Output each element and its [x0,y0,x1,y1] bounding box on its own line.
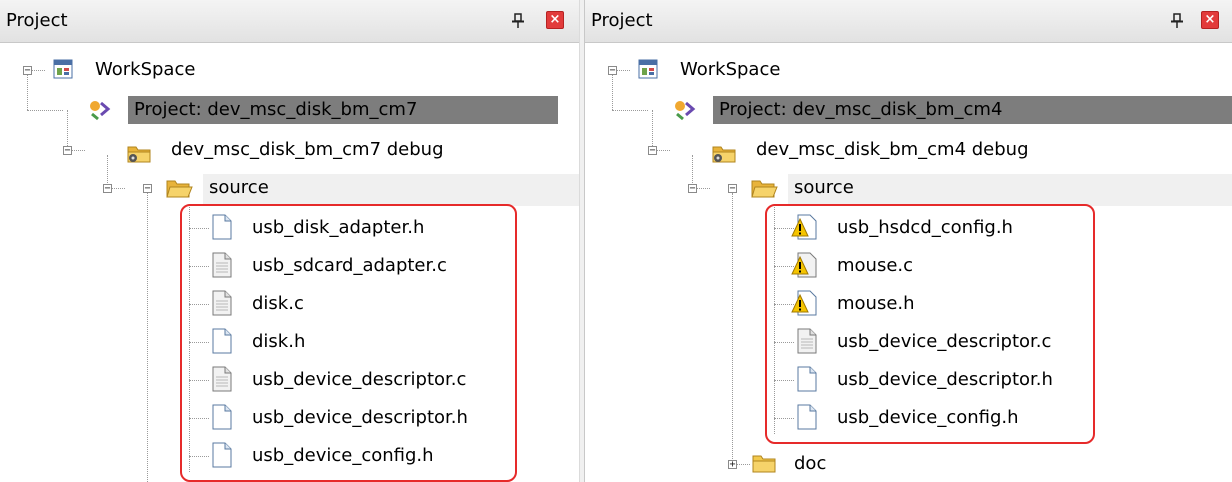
project-label[interactable]: Project: dev_msc_disk_bm_cm4 [713,96,1232,124]
folder-label[interactable]: doc [794,452,826,476]
collapse-toggle[interactable]: − [608,66,617,76]
folder-closed-icon [752,455,776,473]
workspace-icon [638,59,658,79]
collapse-toggle[interactable]: − [63,146,72,156]
target-folder-icon [712,146,736,163]
panel-title: Project [591,10,653,31]
folder-open-icon [751,180,778,198]
collapse-toggle[interactable]: − [728,184,737,194]
workspace-label[interactable]: WorkSpace [95,58,195,82]
workspace-icon [53,59,73,79]
collapse-toggle[interactable]: − [648,146,657,156]
pin-icon[interactable] [511,12,525,30]
project-label[interactable]: Project: dev_msc_disk_bm_cm7 [128,96,558,124]
project-panel-left: Project × − WorkSpace − Project: dev_msc… [0,0,579,482]
collapse-toggle[interactable]: − [143,184,152,194]
expand-toggle[interactable]: + [728,460,737,470]
close-icon[interactable]: × [1201,11,1219,29]
panel-titlebar: Project × [0,0,579,43]
collapse-toggle[interactable]: − [688,184,697,194]
folder-open-icon [166,180,193,198]
project-icon [675,101,696,121]
collapse-toggle[interactable]: − [103,184,112,194]
collapse-toggle[interactable]: − [23,66,32,76]
target-label[interactable]: dev_msc_disk_bm_cm7 debug [171,138,444,162]
workspace-label[interactable]: WorkSpace [680,58,780,82]
target-label[interactable]: dev_msc_disk_bm_cm4 debug [756,138,1029,162]
row-highlight [788,174,1232,206]
folder-label[interactable]: source [209,176,269,200]
highlight-box [180,204,517,482]
panel-titlebar: Project × [585,0,1232,43]
project-tree: − WorkSpace − Project: dev_msc_disk_bm_c… [0,44,579,482]
pin-icon[interactable] [1170,12,1184,30]
project-icon [90,101,111,121]
target-folder-icon [127,146,151,163]
close-icon[interactable]: × [546,11,564,29]
panel-title: Project [6,10,68,31]
folder-label[interactable]: source [794,176,854,200]
highlight-box [765,204,1095,444]
project-panel-right: Project × − WorkSpace − Project: dev_msc… [585,0,1232,482]
project-tree: − WorkSpace − Project: dev_msc_disk_bm_c… [585,44,1232,482]
